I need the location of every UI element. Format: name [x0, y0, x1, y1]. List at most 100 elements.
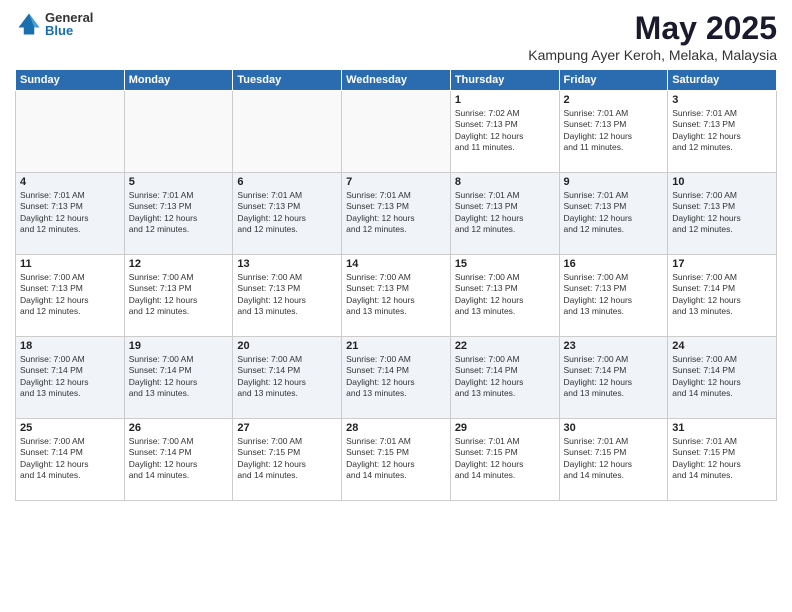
calendar-cell: 9 Sunrise: 7:01 AM Sunset: 7:13 PM Daylig…	[559, 173, 668, 255]
week-row-2: 4 Sunrise: 7:01 AM Sunset: 7:13 PM Daylig…	[16, 173, 777, 255]
day-info: Sunrise: 7:00 AM Sunset: 7:13 PM Dayligh…	[564, 272, 664, 318]
calendar: SundayMondayTuesdayWednesdayThursdayFrid…	[15, 69, 777, 501]
day-number: 22	[455, 340, 555, 352]
day-number: 24	[672, 340, 772, 352]
calendar-cell: 6 Sunrise: 7:01 AM Sunset: 7:13 PM Daylig…	[233, 173, 342, 255]
calendar-cell: 14Sunrise: 7:00 AM Sunset: 7:13 PM Dayli…	[342, 255, 451, 337]
week-row-3: 11 Sunrise: 7:00 AM Sunset: 7:13 PM Dayli…	[16, 255, 777, 337]
day-number: 13	[237, 258, 337, 270]
calendar-cell: 1Sunrise: 7:02 AM Sunset: 7:13 PM Daylig…	[450, 91, 559, 173]
calendar-cell	[233, 91, 342, 173]
day-info: Sunrise: 7:01 AM Sunset: 7:15 PM Dayligh…	[455, 436, 555, 482]
day-number: 6	[237, 176, 337, 188]
day-info: Sunrise: 7:00 AM Sunset: 7:13 PM Dayligh…	[20, 272, 120, 318]
day-number: 31	[672, 422, 772, 434]
day-info: Sunrise: 7:00 AM Sunset: 7:14 PM Dayligh…	[564, 354, 664, 400]
day-number: 18	[20, 340, 120, 352]
day-info: Sunrise: 7:01 AM Sunset: 7:13 PM Dayligh…	[346, 190, 446, 236]
calendar-cell: 7 Sunrise: 7:01 AM Sunset: 7:13 PM Daylig…	[342, 173, 451, 255]
calendar-cell	[124, 91, 233, 173]
day-number: 29	[455, 422, 555, 434]
logo-blue: Blue	[45, 24, 93, 37]
calendar-cell: 22 Sunrise: 7:00 AM Sunset: 7:14 PM Dayli…	[450, 337, 559, 419]
calendar-cell: 29 Sunrise: 7:01 AM Sunset: 7:15 PM Dayli…	[450, 419, 559, 501]
calendar-cell: 20 Sunrise: 7:00 AM Sunset: 7:14 PM Dayli…	[233, 337, 342, 419]
day-info: Sunrise: 7:01 AM Sunset: 7:13 PM Dayligh…	[672, 108, 772, 154]
day-number: 27	[237, 422, 337, 434]
col-header-monday: Monday	[124, 70, 233, 91]
day-number: 1	[455, 94, 555, 106]
calendar-cell: 21 Sunrise: 7:00 AM Sunset: 7:14 PM Dayli…	[342, 337, 451, 419]
logo-icon	[15, 10, 43, 38]
day-info: Sunrise: 7:01 AM Sunset: 7:13 PM Dayligh…	[564, 190, 664, 236]
day-number: 3	[672, 94, 772, 106]
day-info: Sunrise: 7:00 AM Sunset: 7:14 PM Dayligh…	[20, 436, 120, 482]
day-info: Sunrise: 7:01 AM Sunset: 7:13 PM Dayligh…	[455, 190, 555, 236]
day-info: Sunrise: 7:01 AM Sunset: 7:13 PM Dayligh…	[237, 190, 337, 236]
day-number: 26	[129, 422, 229, 434]
day-info: Sunrise: 7:00 AM Sunset: 7:14 PM Dayligh…	[129, 436, 229, 482]
page: General Blue May 2025 Kampung Ayer Keroh…	[0, 0, 792, 612]
calendar-cell: 23 Sunrise: 7:00 AM Sunset: 7:14 PM Dayli…	[559, 337, 668, 419]
day-info: Sunrise: 7:01 AM Sunset: 7:15 PM Dayligh…	[346, 436, 446, 482]
day-info: Sunrise: 7:00 AM Sunset: 7:14 PM Dayligh…	[129, 354, 229, 400]
calendar-cell: 10Sunrise: 7:00 AM Sunset: 7:13 PM Dayli…	[668, 173, 777, 255]
calendar-cell: 18 Sunrise: 7:00 AM Sunset: 7:14 PM Dayli…	[16, 337, 125, 419]
calendar-cell	[342, 91, 451, 173]
day-number: 23	[564, 340, 664, 352]
col-header-wednesday: Wednesday	[342, 70, 451, 91]
day-info: Sunrise: 7:00 AM Sunset: 7:13 PM Dayligh…	[129, 272, 229, 318]
calendar-cell: 8 Sunrise: 7:01 AM Sunset: 7:13 PM Daylig…	[450, 173, 559, 255]
col-header-friday: Friday	[559, 70, 668, 91]
day-number: 11	[20, 258, 120, 270]
day-number: 19	[129, 340, 229, 352]
day-info: Sunrise: 7:00 AM Sunset: 7:14 PM Dayligh…	[20, 354, 120, 400]
day-info: Sunrise: 7:00 AM Sunset: 7:14 PM Dayligh…	[237, 354, 337, 400]
day-number: 17	[672, 258, 772, 270]
day-info: Sunrise: 7:01 AM Sunset: 7:13 PM Dayligh…	[20, 190, 120, 236]
month-title: May 2025	[528, 10, 777, 47]
day-number: 12	[129, 258, 229, 270]
day-info: Sunrise: 7:00 AM Sunset: 7:13 PM Dayligh…	[672, 190, 772, 236]
day-number: 30	[564, 422, 664, 434]
day-info: Sunrise: 7:00 AM Sunset: 7:14 PM Dayligh…	[346, 354, 446, 400]
logo: General Blue	[15, 10, 93, 38]
calendar-cell: 28 Sunrise: 7:01 AM Sunset: 7:15 PM Dayli…	[342, 419, 451, 501]
col-header-sunday: Sunday	[16, 70, 125, 91]
day-number: 28	[346, 422, 446, 434]
day-info: Sunrise: 7:00 AM Sunset: 7:13 PM Dayligh…	[346, 272, 446, 318]
day-info: Sunrise: 7:00 AM Sunset: 7:15 PM Dayligh…	[237, 436, 337, 482]
week-row-5: 25 Sunrise: 7:00 AM Sunset: 7:14 PM Dayli…	[16, 419, 777, 501]
day-info: Sunrise: 7:01 AM Sunset: 7:13 PM Dayligh…	[564, 108, 664, 154]
day-number: 7	[346, 176, 446, 188]
week-row-4: 18 Sunrise: 7:00 AM Sunset: 7:14 PM Dayli…	[16, 337, 777, 419]
calendar-cell: 26 Sunrise: 7:00 AM Sunset: 7:14 PM Dayli…	[124, 419, 233, 501]
calendar-cell: 5 Sunrise: 7:01 AM Sunset: 7:13 PM Daylig…	[124, 173, 233, 255]
day-number: 9	[564, 176, 664, 188]
calendar-cell: 12 Sunrise: 7:00 AM Sunset: 7:13 PM Dayli…	[124, 255, 233, 337]
calendar-cell	[16, 91, 125, 173]
header-row: SundayMondayTuesdayWednesdayThursdayFrid…	[16, 70, 777, 91]
calendar-cell: 31 Sunrise: 7:01 AM Sunset: 7:15 PM Dayli…	[668, 419, 777, 501]
day-info: Sunrise: 7:01 AM Sunset: 7:13 PM Dayligh…	[129, 190, 229, 236]
calendar-cell: 11 Sunrise: 7:00 AM Sunset: 7:13 PM Dayli…	[16, 255, 125, 337]
location: Kampung Ayer Keroh, Melaka, Malaysia	[528, 47, 777, 63]
day-info: Sunrise: 7:00 AM Sunset: 7:13 PM Dayligh…	[237, 272, 337, 318]
calendar-cell: 30 Sunrise: 7:01 AM Sunset: 7:15 PM Dayli…	[559, 419, 668, 501]
day-number: 4	[20, 176, 120, 188]
day-number: 21	[346, 340, 446, 352]
day-number: 25	[20, 422, 120, 434]
calendar-cell: 2Sunrise: 7:01 AM Sunset: 7:13 PM Daylig…	[559, 91, 668, 173]
week-row-1: 1Sunrise: 7:02 AM Sunset: 7:13 PM Daylig…	[16, 91, 777, 173]
col-header-tuesday: Tuesday	[233, 70, 342, 91]
calendar-cell: 3 Sunrise: 7:01 AM Sunset: 7:13 PM Daylig…	[668, 91, 777, 173]
day-info: Sunrise: 7:01 AM Sunset: 7:15 PM Dayligh…	[672, 436, 772, 482]
day-number: 15	[455, 258, 555, 270]
day-info: Sunrise: 7:00 AM Sunset: 7:14 PM Dayligh…	[455, 354, 555, 400]
day-number: 8	[455, 176, 555, 188]
day-number: 20	[237, 340, 337, 352]
day-info: Sunrise: 7:01 AM Sunset: 7:15 PM Dayligh…	[564, 436, 664, 482]
calendar-cell: 27 Sunrise: 7:00 AM Sunset: 7:15 PM Dayli…	[233, 419, 342, 501]
day-number: 5	[129, 176, 229, 188]
day-info: Sunrise: 7:00 AM Sunset: 7:14 PM Dayligh…	[672, 354, 772, 400]
